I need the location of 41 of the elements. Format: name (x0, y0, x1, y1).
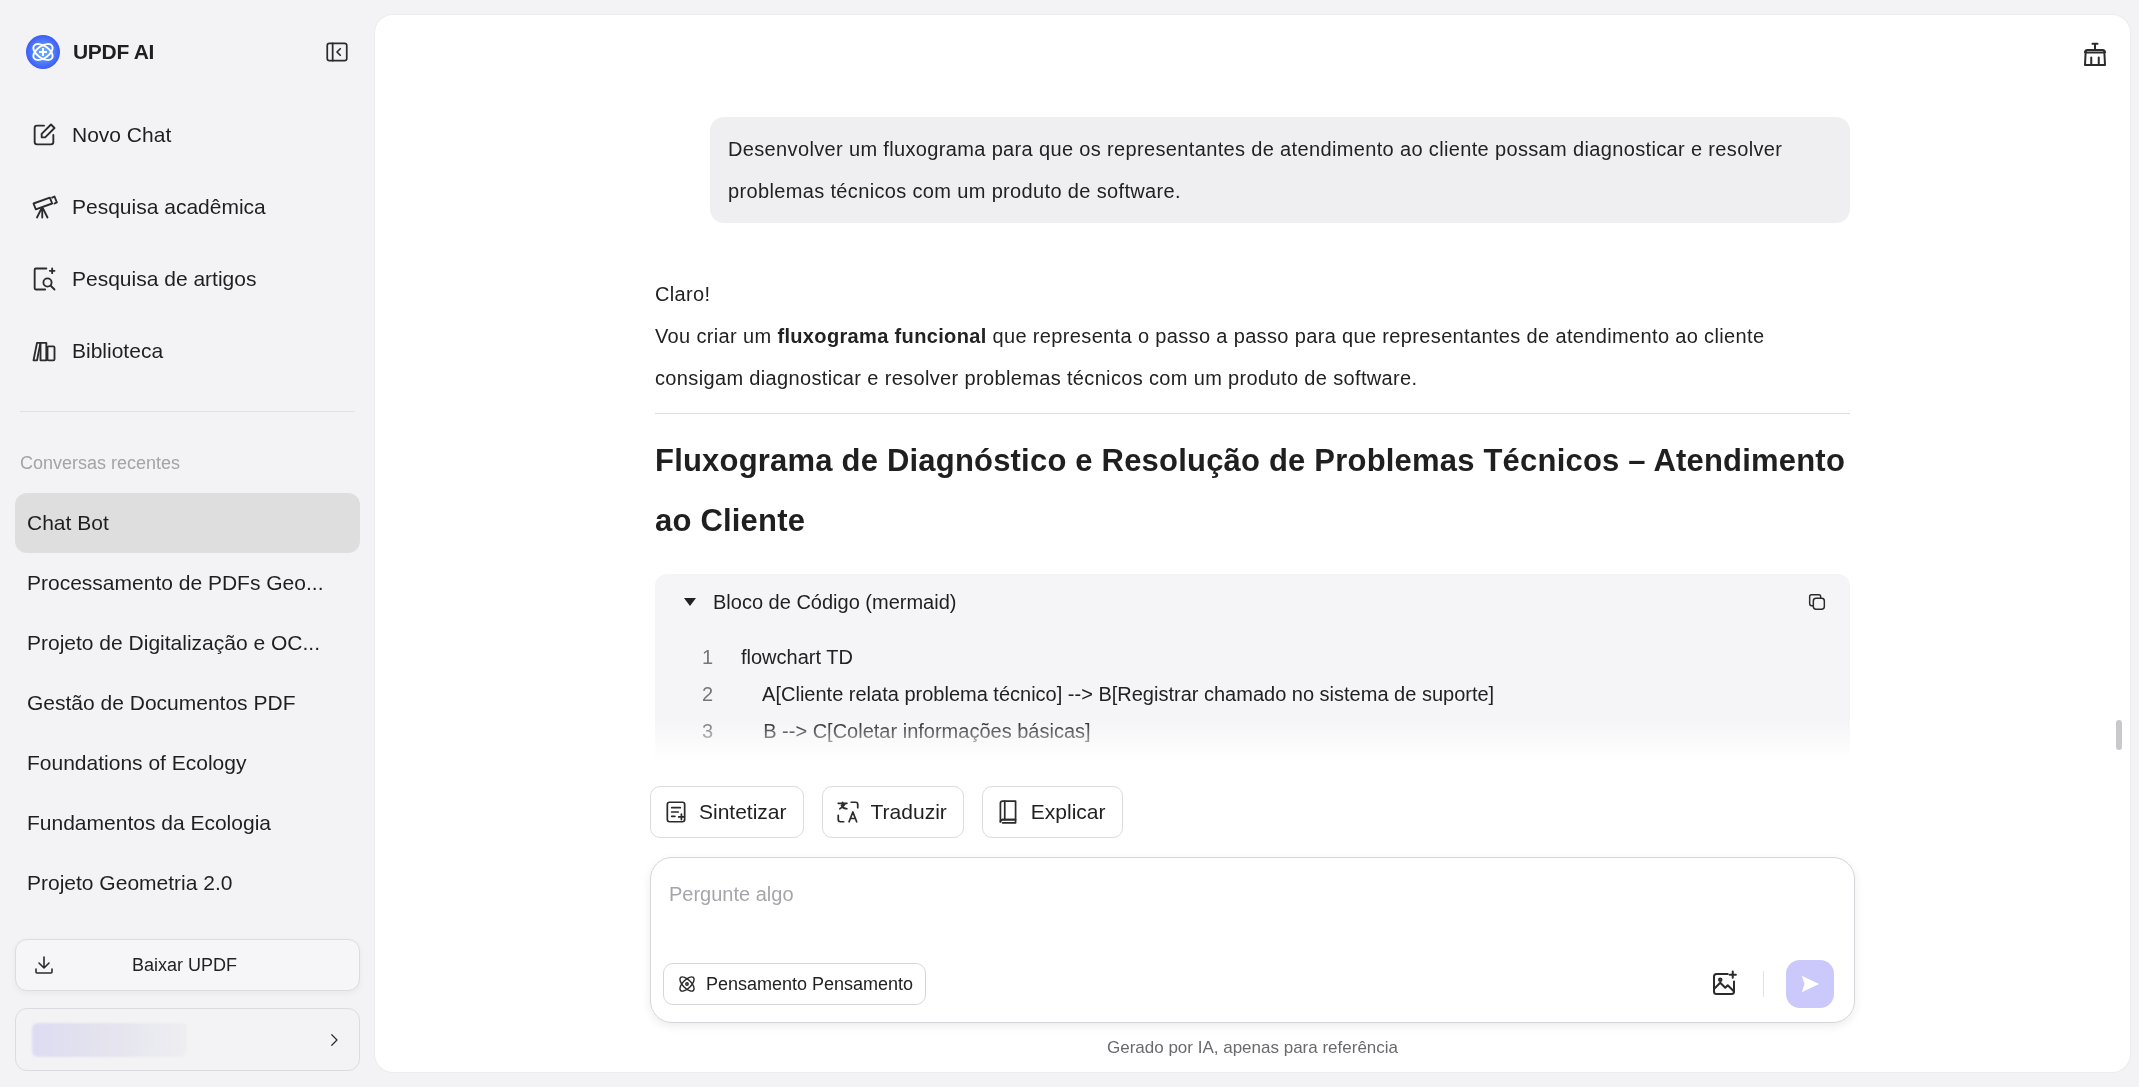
code-line: B --> C[Coletar informações básicas] (762, 720, 1091, 743)
disclaimer-text: Gerado por IA, apenas para referência (1105, 1037, 1400, 1059)
reply-text: Claro! (655, 282, 712, 307)
conversation-item[interactable]: Chat Bot (15, 493, 360, 553)
send-icon (1799, 973, 1821, 995)
download-button[interactable]: Baixar UPDF (15, 939, 360, 991)
section-label: Conversas recentes (19, 452, 182, 475)
nav-item[interactable]: Pesquisa de artigos (15, 249, 360, 309)
line-number: 3 (700, 720, 714, 743)
nav-item[interactable]: Biblioteca (15, 321, 360, 381)
code-line: A[Cliente relata problema técnico] --> B[Registrar chamado no sistema de suporte] (761, 683, 1495, 706)
action-button[interactable]: Explicar (981, 786, 1123, 838)
nav-item[interactable]: Pesquisa acadêmica (15, 177, 360, 237)
reply-heading: Fluxograma de Diagnóstico e Resolução de Problemas Técnicos – Atendimento ao Cliente (655, 442, 1846, 540)
download-icon (32, 953, 56, 977)
atom-icon (676, 973, 698, 995)
telescope-icon (30, 193, 58, 221)
reply-text: Vou criar um fluxograma funcional que representa o passo a passo para que representantes de atendimento ao cliente consigam diagnosticar e resolver problemas técnicos com um produto de software. (655, 324, 1766, 391)
thinking-mode-button[interactable]: Pensamento Pensamento (663, 963, 927, 1005)
logo-icon (25, 34, 61, 70)
conversation-item[interactable]: Gestão de Documentos PDF (15, 673, 360, 733)
code-block-title: Bloco de Código (mermaid) (713, 590, 958, 614)
translate-icon (834, 799, 861, 825)
sidebar-collapse-icon[interactable] (324, 39, 350, 65)
nav-item[interactable]: Novo Chat (15, 105, 360, 165)
conversation-item[interactable]: Fundamentos da Ecologia (15, 793, 360, 853)
user-message: Desenvolver um fluxograma para que os representantes de atendimento ao cliente possam diagnosticar e resolver problemas técnicos com um produto de software. (710, 117, 1850, 223)
conversation-item[interactable]: Projeto Geometria 2.0 (15, 853, 360, 913)
message-composer[interactable]: Pergunte algo Pensamento Pensamento (650, 857, 1855, 1023)
conversation-item[interactable]: Processamento de PDFs Geo... (15, 553, 360, 613)
app-name: UPDF AI (73, 40, 156, 64)
copy-icon[interactable] (1806, 591, 1828, 613)
line-number: 1 (700, 646, 714, 669)
action-button[interactable]: Sintetizar (650, 786, 804, 838)
scrollbar-thumb[interactable] (2116, 720, 2122, 750)
line-number: 2 (700, 683, 714, 706)
summary-icon (663, 799, 689, 825)
code-line: flowchart TD (741, 646, 853, 669)
conversation-item[interactable]: Foundations of Ecology (15, 733, 360, 793)
action-button[interactable]: Traduzir (821, 786, 964, 838)
conversation-item[interactable]: Projeto de Digitalização e OC... (15, 613, 360, 673)
